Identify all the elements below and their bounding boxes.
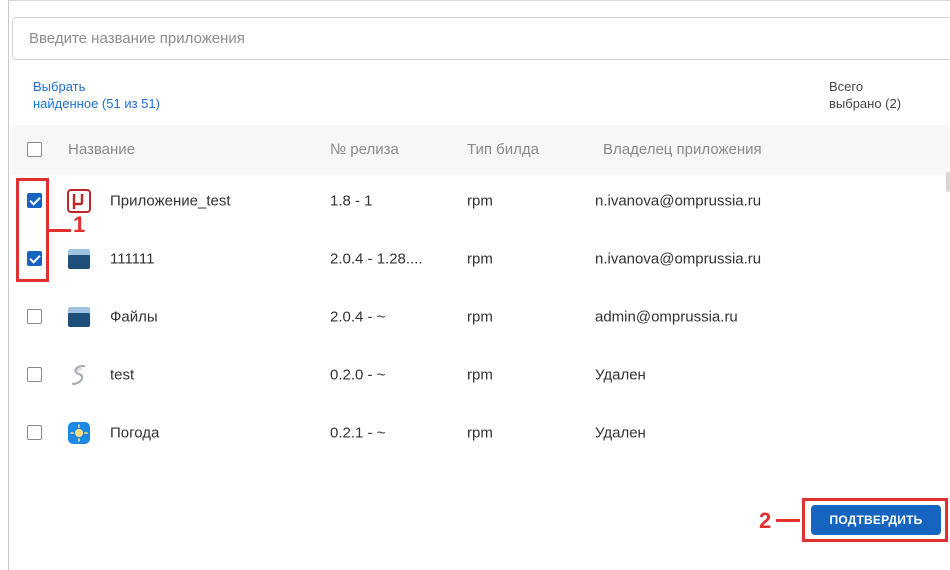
total-selected-line2: выбрано (2) xyxy=(829,96,902,111)
app-build-type: rpm xyxy=(467,424,493,442)
search-input[interactable] xyxy=(12,17,950,60)
app-owner: n.ivanova@omprussia.ru xyxy=(595,192,762,210)
table-row[interactable]: Файлы 2.0.4 - ~ rpm admin@omprussia.ru xyxy=(12,288,950,346)
folder-app-icon xyxy=(67,305,91,329)
app-build-type: rpm xyxy=(467,250,493,268)
annotation-line-1 xyxy=(49,229,71,232)
weather-app-icon xyxy=(67,421,91,445)
annotation-number-2: 2 xyxy=(759,508,772,533)
app-release: 1.8 - 1 xyxy=(330,192,373,210)
select-found-link[interactable]: Выбрать найденное (51 из 51) xyxy=(33,78,160,112)
app-name[interactable]: 111111 xyxy=(110,251,155,268)
column-header-release[interactable]: № релиза xyxy=(330,141,399,158)
app-release: 0.2.1 - ~ xyxy=(330,424,386,442)
app-build-type: rpm xyxy=(467,308,493,326)
select-all-checkbox[interactable] xyxy=(27,142,42,157)
folder-app-icon xyxy=(67,247,91,271)
red-p-app-icon xyxy=(67,189,91,213)
total-selected: Всего выбрано (2) xyxy=(829,78,901,112)
column-header-owner[interactable]: Владелец приложения xyxy=(603,141,762,158)
grey-s-app-icon xyxy=(67,363,91,387)
app-owner: admin@omprussia.ru xyxy=(595,308,738,326)
annotation-box-1 xyxy=(16,178,49,282)
app-release: 0.2.0 - ~ xyxy=(330,366,386,384)
app-build-type: rpm xyxy=(467,192,493,210)
app-build-type: rpm xyxy=(467,366,493,384)
app-name[interactable]: Файлы xyxy=(110,309,158,326)
table-row[interactable]: Погода 0.2.1 - ~ rpm Удален xyxy=(12,404,950,462)
table-header: Название № релиза Тип билда Владелец при… xyxy=(12,125,950,175)
column-header-build-type[interactable]: Тип билда xyxy=(467,141,539,158)
table-row[interactable]: test 0.2.0 - ~ rpm Удален xyxy=(12,346,950,404)
row-checkbox[interactable] xyxy=(27,367,42,382)
app-name[interactable]: Погода xyxy=(110,425,159,442)
app-release: 2.0.4 - 1.28.... xyxy=(330,250,423,268)
annotation-number-1: 1 xyxy=(73,212,86,237)
column-header-name[interactable]: Название xyxy=(68,141,135,158)
row-checkbox[interactable] xyxy=(27,425,42,440)
select-found-line1: Выбрать xyxy=(33,79,86,94)
row-checkbox[interactable] xyxy=(27,309,42,324)
confirm-button[interactable]: ПОДТВЕРДИТЬ xyxy=(811,505,941,535)
table-row[interactable]: 111111 2.0.4 - 1.28.... rpm n.ivanova@om… xyxy=(12,230,950,288)
app-owner: n.ivanova@omprussia.ru xyxy=(595,250,762,268)
select-found-line2: найденное (51 из 51) xyxy=(33,96,160,111)
app-name[interactable]: Приложение_test xyxy=(110,193,231,210)
app-owner: Удален xyxy=(595,424,646,442)
total-selected-line1: Всего xyxy=(829,79,864,94)
annotation-line-2 xyxy=(776,519,800,522)
app-owner: Удален xyxy=(595,366,646,384)
app-release: 2.0.4 - ~ xyxy=(330,308,386,326)
table-row[interactable]: Приложение_test 1.8 - 1 rpm n.ivanova@om… xyxy=(12,172,950,230)
app-name[interactable]: test xyxy=(110,367,134,384)
